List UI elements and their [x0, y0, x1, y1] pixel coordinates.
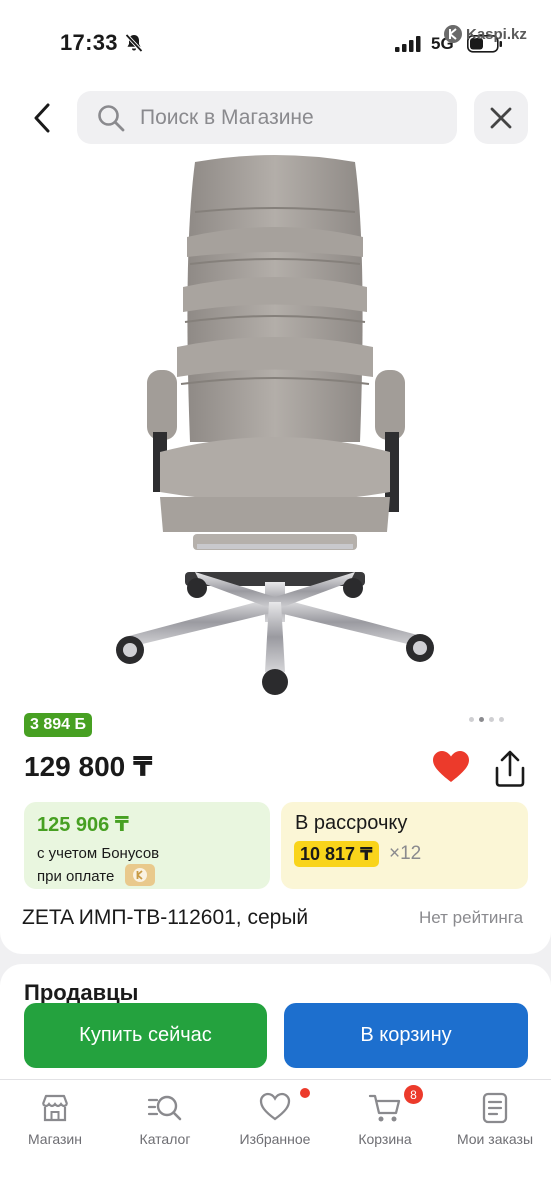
watermark-text: Kaspi.kz	[466, 26, 527, 43]
installment-multiplier: ×12	[389, 843, 422, 864]
carousel-dot	[489, 717, 494, 722]
bottom-navigation: Магазин Каталог Избранное 8 Корзина Мои …	[0, 1079, 551, 1201]
orders-icon	[482, 1092, 508, 1124]
carousel-dot	[469, 717, 474, 722]
catalog-search-icon	[147, 1095, 182, 1121]
nav-item-cart[interactable]: 8 Корзина	[330, 1080, 440, 1170]
bonus-price-card[interactable]: 125 906 ₸ с учетом Бонусов при оплате	[24, 802, 270, 889]
nav-label-catalog: Каталог	[139, 1131, 191, 1147]
favorites-notification-dot	[300, 1088, 310, 1098]
close-button[interactable]	[474, 91, 528, 144]
bell-muted-icon	[125, 33, 143, 53]
bonus-badge: 3 894 Б	[24, 713, 92, 737]
carousel-dot	[499, 717, 504, 722]
product-price: 129 800 ₸	[24, 751, 153, 782]
nav-label-store: Магазин	[27, 1131, 82, 1147]
heart-icon[interactable]	[432, 750, 470, 784]
installment-label: В рассрочку	[295, 812, 408, 834]
status-bar: 17:33 5G Kaspi.kz	[0, 0, 551, 86]
nav-item-store[interactable]: Магазин	[0, 1080, 110, 1170]
kaspi-logo-icon	[444, 25, 462, 43]
nav-label-cart: Корзина	[358, 1131, 412, 1147]
product-image[interactable]	[105, 152, 445, 697]
nav-label-orders: Мои заказы	[456, 1131, 534, 1147]
top-bar: Поиск в Магазине	[0, 86, 551, 152]
bonus-caption-line1: с учетом Бонусов	[37, 845, 160, 862]
back-button[interactable]	[20, 94, 64, 142]
product-title: ZETA ИМП-ТВ-112601, серый	[22, 906, 309, 929]
heart-outline-icon	[259, 1092, 291, 1121]
chevron-left-icon	[34, 103, 50, 133]
nav-item-orders[interactable]: Мои заказы	[440, 1080, 550, 1170]
carousel-dot-active	[479, 717, 484, 722]
close-icon	[490, 107, 512, 128]
nav-item-catalog[interactable]: Каталог	[110, 1080, 220, 1170]
nav-label-favorites: Избранное	[239, 1131, 311, 1147]
cart-count-badge: 8	[404, 1085, 423, 1104]
image-carousel-dots	[469, 717, 504, 722]
kaspi-coin-icon	[125, 864, 155, 886]
installment-card[interactable]: В рассрочку 10 817 ₸ ×12	[281, 802, 528, 889]
rating-status[interactable]: Нет рейтинга	[419, 908, 523, 928]
cart-icon	[368, 1094, 401, 1122]
bonus-price: 125 906 ₸	[37, 814, 129, 836]
nav-item-favorites[interactable]: Избранное	[220, 1080, 330, 1170]
status-time: 17:33	[60, 30, 118, 55]
installment-amount: 10 817 ₸	[294, 841, 379, 867]
share-icon[interactable]	[492, 750, 528, 788]
cellular-signal-icon	[395, 36, 421, 52]
add-to-cart-button[interactable]: В корзину	[284, 1003, 528, 1068]
search-icon	[98, 104, 125, 131]
search-input[interactable]: Поиск в Магазине	[77, 91, 457, 144]
buy-now-button[interactable]: Купить сейчас	[24, 1003, 267, 1068]
product-card: 3 894 Б 129 800 ₸ 125 906 ₸ с учетом Бон…	[0, 152, 551, 954]
bonus-caption-line2: при оплате	[37, 868, 115, 885]
store-icon	[41, 1094, 69, 1122]
search-placeholder: Поиск в Магазине	[140, 105, 314, 129]
